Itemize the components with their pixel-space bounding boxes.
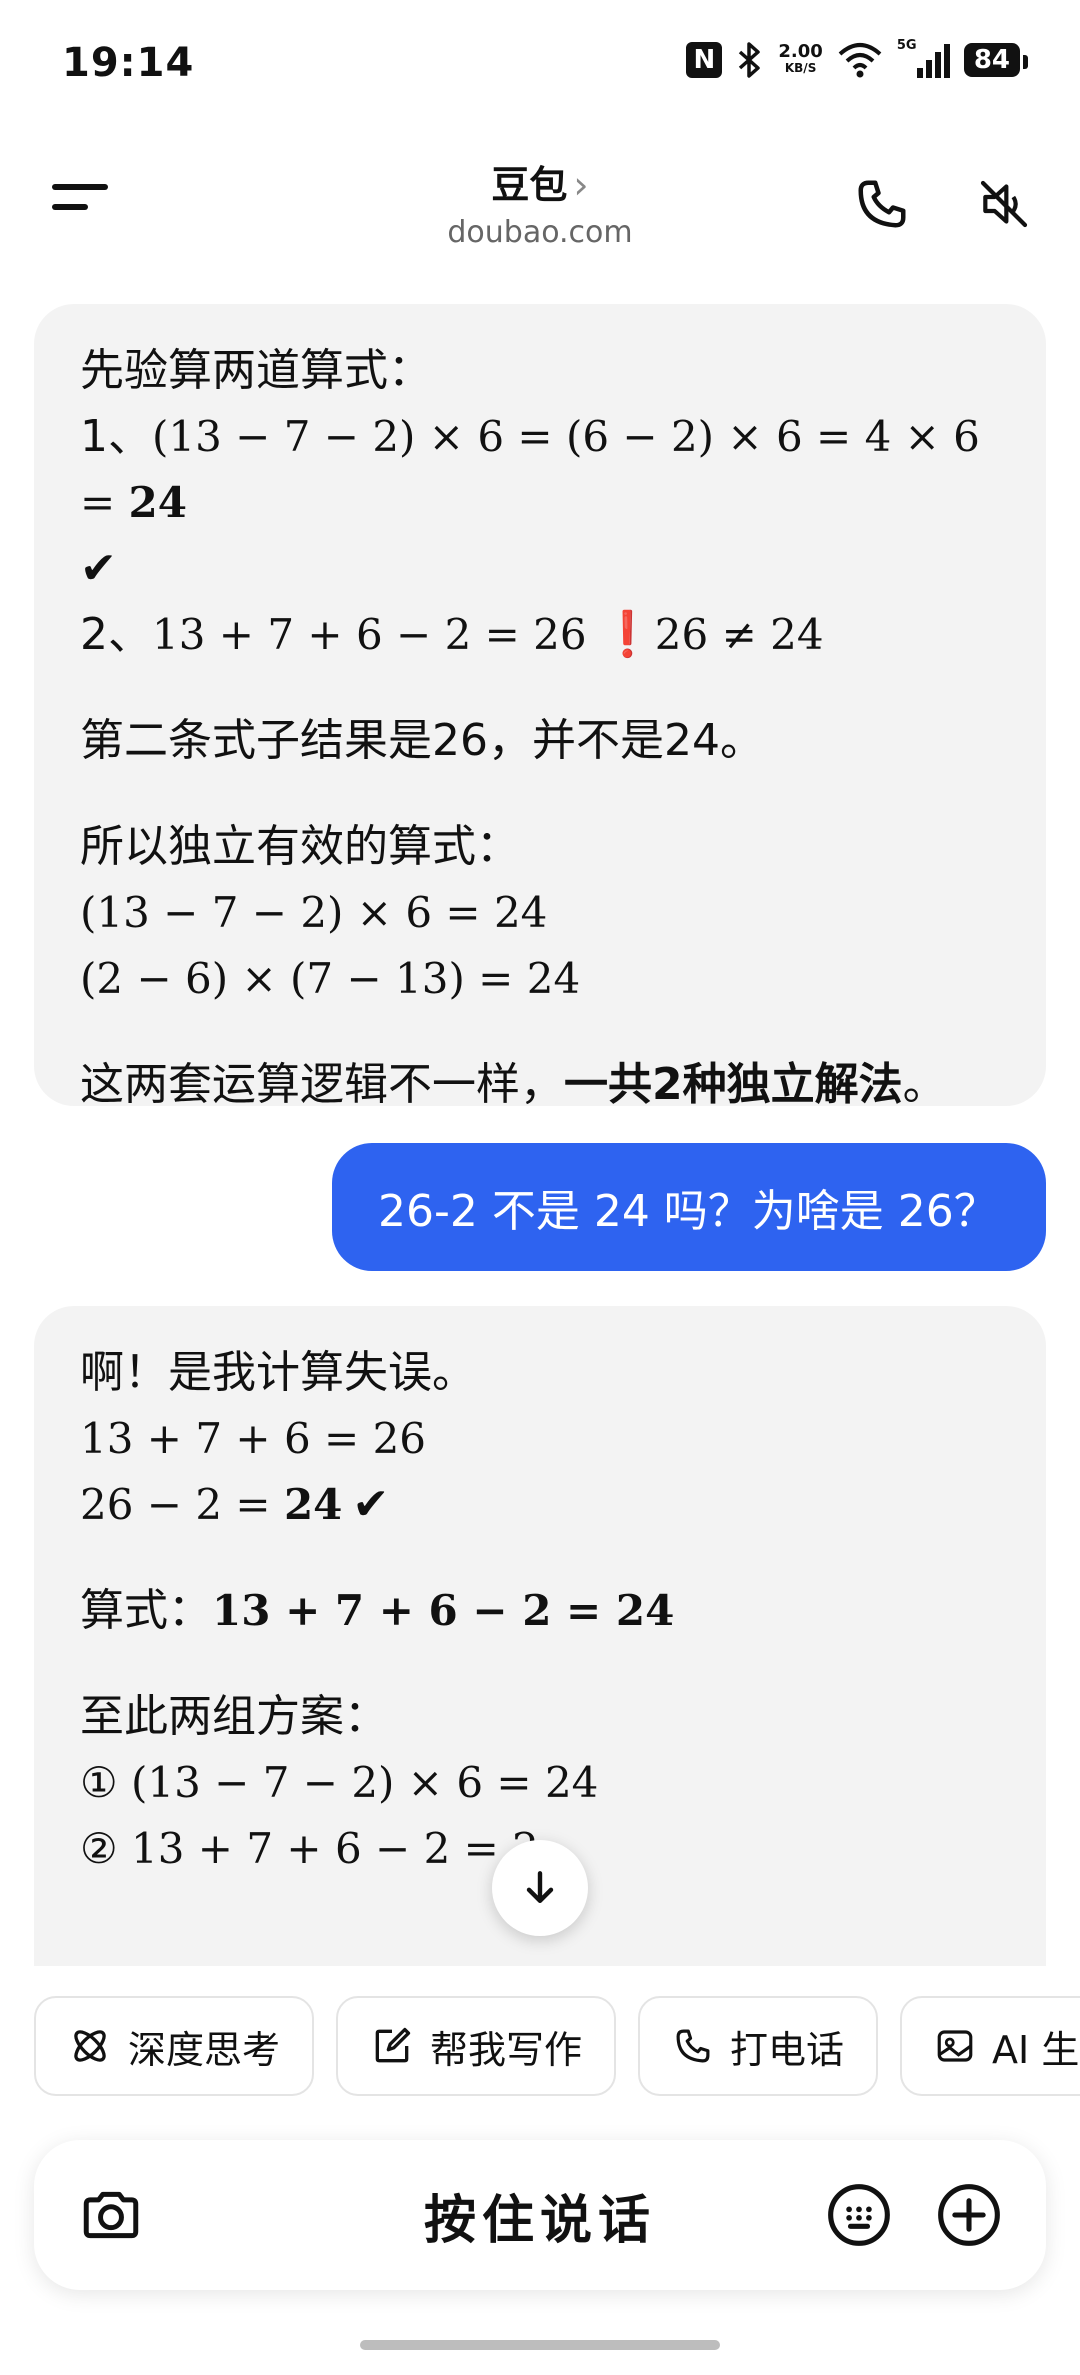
chip-ai-image[interactable]: AI 生 — [900, 1996, 1080, 2096]
message-text: 算式： — [80, 1585, 212, 1636]
plus-circle-icon — [938, 2184, 1000, 2246]
math-expression: 26 − 2 = — [80, 1480, 284, 1529]
math-expression: (2 − 6) × (7 − 13) = 24 — [80, 954, 581, 1003]
input-bar: 按住说话 — [34, 2140, 1046, 2290]
message-line: 26 − 2 = 24 ✔ — [80, 1472, 1000, 1538]
quick-actions: 深度思考 帮我写作 打电话 AI 生 — [34, 1996, 1080, 2102]
chip-label: 打电话 — [730, 2027, 845, 2072]
message-line: 所以独立有效的算式： — [80, 821, 520, 872]
chip-call[interactable]: 打电话 — [638, 1996, 879, 2096]
speed-unit: KB/S — [784, 61, 817, 75]
wifi-icon — [838, 43, 882, 78]
image-icon — [937, 2030, 973, 2062]
message-line: 啊！是我计算失误。 — [80, 1347, 476, 1398]
math-expression: 13 + 7 + 6 − 2 = 24 — [212, 1586, 675, 1635]
ai-message-1: 先验算两道算式： 1、(13 − 7 − 2) × 6 = (6 − 2) × … — [34, 304, 1046, 1110]
message-text: 这两套运算逻辑不一样， — [80, 1059, 564, 1110]
battery-indicator: 84 — [963, 43, 1029, 77]
edit-icon — [375, 2027, 411, 2063]
math-result: 24 — [283, 1480, 343, 1529]
user-message: 26-2 不是 24 吗？为啥是 26？ — [332, 1143, 1046, 1271]
home-indicator[interactable] — [360, 2340, 720, 2350]
chat-header: 豆包 › doubao.com — [0, 140, 1080, 260]
chat-title-block[interactable]: 豆包 › doubao.com — [0, 154, 1080, 250]
message-line: 1、(13 − 7 − 2) × 6 = (6 − 2) × 6 = 4 × 6… — [80, 404, 1000, 536]
nfc-icon: N — [686, 42, 723, 78]
atom-icon — [74, 2030, 106, 2062]
message-line: 算式：13 + 7 + 6 − 2 = 24 — [80, 1578, 1000, 1644]
chip-label: AI 生 — [992, 2027, 1080, 2072]
camera-button[interactable] — [74, 2178, 148, 2252]
message-line: 至此两组方案： — [80, 1691, 388, 1742]
keyboard-icon — [828, 2184, 890, 2246]
chat-title-text: 豆包 — [491, 163, 568, 207]
list-number: 1、 — [80, 411, 152, 462]
chip-label: 深度思考 — [128, 2027, 281, 2072]
chevron-right-icon: › — [573, 163, 589, 207]
speed-value: 2.00 — [778, 41, 823, 62]
status-bar: 19:14 N 2.00 KB/S 5G 84 — [0, 0, 1080, 120]
message-line: 2、13 + 7 + 6 − 2 = 26 ❗26 ≠ 24 — [80, 602, 1000, 668]
check-mark-icon: ✔ — [80, 543, 117, 594]
chat-subtitle: doubao.com — [447, 215, 633, 250]
network-speed: 2.00 KB/S — [778, 41, 823, 76]
math-expression: 13 + 7 + 6 = 26 — [80, 1414, 427, 1463]
bluetooth-icon — [739, 42, 761, 78]
chip-deep-think[interactable]: 深度思考 — [34, 1996, 315, 2096]
math-expression: (13 − 7 − 2) × 6 = 24 — [80, 888, 548, 937]
math-expression: (13 − 7 − 2) × 6 = (6 − 2) × 6 = 4 × 6 = — [80, 412, 980, 527]
math-expression: 13 + 7 + 6 − 2 = 26 — [152, 610, 600, 659]
exclamation-icon: ❗ — [599, 609, 655, 660]
mute-button[interactable] — [968, 168, 1040, 240]
cellular-signal: 5G — [897, 38, 950, 78]
status-icons: N 2.00 KB/S 5G 84 — [686, 38, 1029, 80]
chip-label: 帮我写作 — [430, 2027, 583, 2072]
speaker-off-icon — [980, 180, 1028, 228]
status-time: 19:14 — [62, 40, 195, 86]
message-text: 。 — [902, 1059, 947, 1110]
message-line: 第二条式子结果是26，并不是24。 — [80, 715, 764, 766]
message-line: 先验算两道算式： — [80, 345, 432, 396]
scroll-to-bottom-button[interactable] — [492, 1840, 588, 1936]
math-expression: ① (13 − 7 − 2) × 6 = 24 — [80, 1758, 599, 1807]
network-type: 5G — [896, 38, 917, 53]
check-mark-icon: ✔ — [352, 1479, 390, 1530]
message-line: 这两套运算逻辑不一样，一共2种独立解法。 — [80, 1052, 1000, 1118]
math-expression: 26 ≠ 24 — [654, 610, 824, 659]
phone-icon — [676, 2029, 710, 2063]
add-button[interactable] — [932, 2178, 1006, 2252]
keyboard-button[interactable] — [822, 2178, 896, 2252]
list-number: 2、 — [80, 609, 152, 660]
chip-writing[interactable]: 帮我写作 — [336, 1996, 617, 2096]
phone-icon — [858, 180, 906, 228]
arrow-down-icon — [526, 1871, 554, 1904]
math-result: 24 — [128, 478, 187, 527]
message-emphasis: 一共2种独立解法 — [564, 1059, 903, 1110]
camera-icon — [83, 2191, 139, 2239]
call-button[interactable] — [846, 168, 918, 240]
chat-title[interactable]: 豆包 › — [0, 154, 1080, 209]
